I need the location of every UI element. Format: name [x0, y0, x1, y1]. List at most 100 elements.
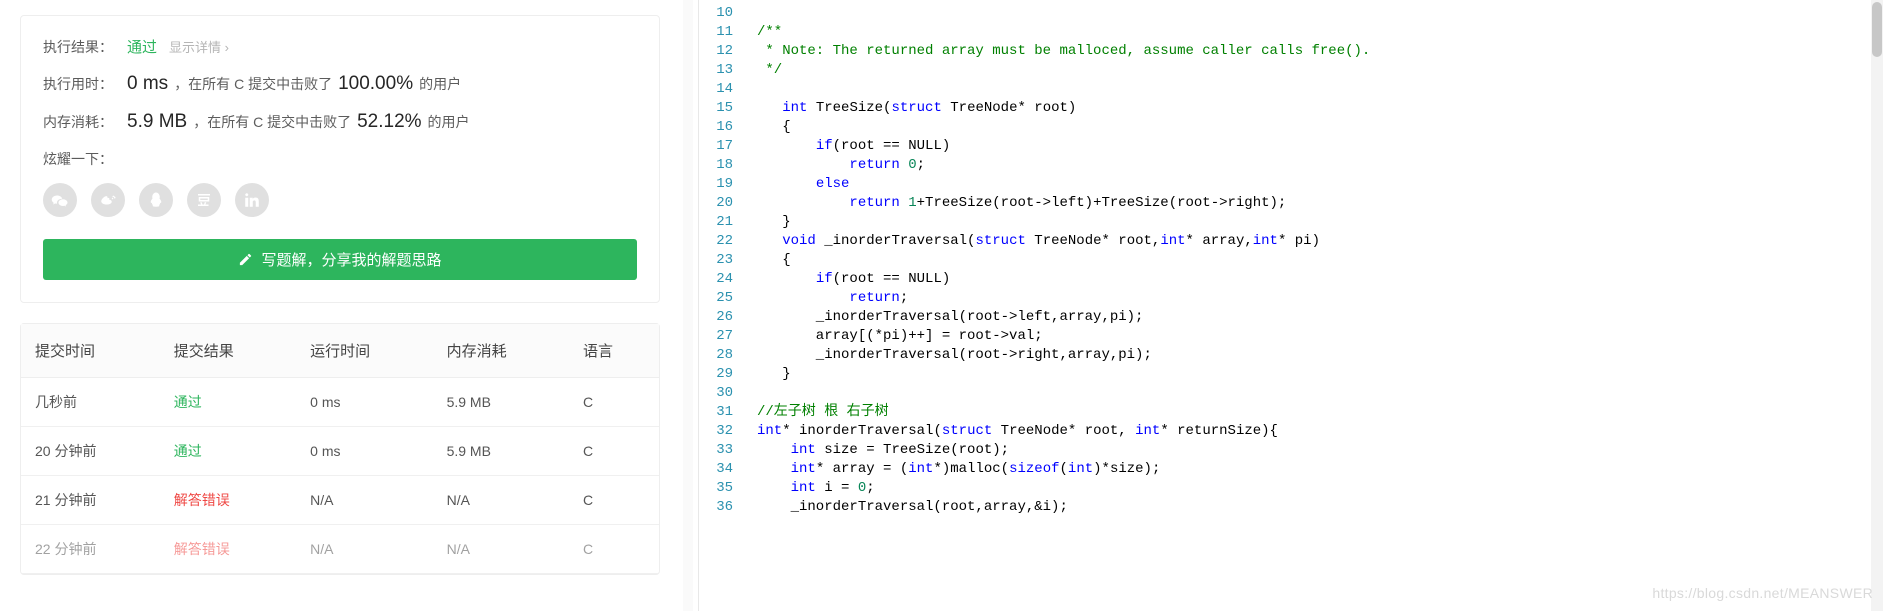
- code-line[interactable]: 17 if(root == NULL): [699, 137, 1885, 156]
- code-line[interactable]: 29 }: [699, 365, 1885, 384]
- line-number: 10: [699, 4, 747, 23]
- code-line[interactable]: 26 _inorderTraversal(root->left,array,pi…: [699, 308, 1885, 327]
- table-row[interactable]: 22 分钟前解答错误N/AN/AC: [21, 525, 659, 574]
- code-line[interactable]: 12 * Note: The returned array must be ma…: [699, 42, 1885, 61]
- code-text[interactable]: return;: [747, 289, 908, 308]
- code-line[interactable]: 19 else: [699, 175, 1885, 194]
- table-row[interactable]: 21 分钟前解答错误N/AN/AC: [21, 476, 659, 525]
- code-text[interactable]: [747, 80, 757, 99]
- code-text[interactable]: array[(*pi)++] = root->val;: [747, 327, 1043, 346]
- line-number: 24: [699, 270, 747, 289]
- code-line[interactable]: 22 void _inorderTraversal(struct TreeNod…: [699, 232, 1885, 251]
- table-row[interactable]: 20 分钟前通过0 ms5.9 MBC: [21, 427, 659, 476]
- cell-result[interactable]: 通过: [160, 427, 296, 476]
- cell-time: 22 分钟前: [21, 525, 160, 574]
- wechat-icon[interactable]: [43, 183, 77, 217]
- line-number: 12: [699, 42, 747, 61]
- code-text[interactable]: int i = 0;: [747, 479, 875, 498]
- line-number: 32: [699, 422, 747, 441]
- code-text[interactable]: int size = TreeSize(root);: [747, 441, 1009, 460]
- line-number: 23: [699, 251, 747, 270]
- exec-time-label: 执行用时：: [43, 74, 113, 94]
- code-line[interactable]: 34 int* array = (int*)malloc(sizeof(int)…: [699, 460, 1885, 479]
- code-text[interactable]: if(root == NULL): [747, 137, 950, 156]
- code-text[interactable]: }: [747, 365, 791, 384]
- code-line[interactable]: 16 {: [699, 118, 1885, 137]
- douban-icon[interactable]: [187, 183, 221, 217]
- code-text[interactable]: else: [747, 175, 849, 194]
- code-text[interactable]: [747, 4, 757, 23]
- cell-lang: C: [569, 427, 659, 476]
- code-text[interactable]: //左子树 根 右子树: [747, 403, 889, 422]
- code-line[interactable]: 15 int TreeSize(struct TreeNode* root): [699, 99, 1885, 118]
- write-solution-button[interactable]: 写题解，分享我的解题思路: [43, 239, 637, 280]
- code-text[interactable]: [747, 384, 757, 403]
- code-line[interactable]: 21 }: [699, 213, 1885, 232]
- cell-runtime: 0 ms: [296, 378, 432, 427]
- code-text[interactable]: /**: [747, 23, 782, 42]
- code-line[interactable]: 18 return 0;: [699, 156, 1885, 175]
- show-detail-link[interactable]: 显示详情: [169, 37, 229, 56]
- cell-runtime: 0 ms: [296, 427, 432, 476]
- code-text[interactable]: return 0;: [747, 156, 925, 175]
- weibo-icon[interactable]: [91, 183, 125, 217]
- code-line[interactable]: 30: [699, 384, 1885, 403]
- code-text[interactable]: _inorderTraversal(root->left,array,pi);: [747, 308, 1143, 327]
- line-number: 22: [699, 232, 747, 251]
- code-text[interactable]: int TreeSize(struct TreeNode* root): [747, 99, 1076, 118]
- code-line[interactable]: 23 {: [699, 251, 1885, 270]
- code-line[interactable]: 35 int i = 0;: [699, 479, 1885, 498]
- mem-row: 内存消耗： 5.9 MB ，在所有 C 提交中击败了 52.12% 的用户: [43, 111, 637, 133]
- line-number: 13: [699, 61, 747, 80]
- code-text[interactable]: {: [747, 118, 791, 137]
- code-line[interactable]: 33 int size = TreeSize(root);: [699, 441, 1885, 460]
- code-text[interactable]: int* array = (int*)malloc(sizeof(int)*si…: [747, 460, 1160, 479]
- editor-scrollbar[interactable]: [1871, 0, 1883, 611]
- code-line[interactable]: 24 if(root == NULL): [699, 270, 1885, 289]
- line-number: 21: [699, 213, 747, 232]
- line-number: 34: [699, 460, 747, 479]
- mem-pct: 52.12%: [357, 111, 421, 133]
- line-number: 11: [699, 23, 747, 42]
- qq-icon[interactable]: [139, 183, 173, 217]
- result-card: 执行结果： 通过 显示详情 执行用时： 0 ms ，在所有 C 提交中击败了 1…: [20, 15, 660, 303]
- exec-time-suffix: 的用户: [419, 74, 461, 94]
- code-line[interactable]: 28 _inorderTraversal(root->right,array,p…: [699, 346, 1885, 365]
- code-line[interactable]: 10: [699, 4, 1885, 23]
- code-text[interactable]: }: [747, 213, 791, 232]
- cell-result[interactable]: 解答错误: [160, 525, 296, 574]
- code-text[interactable]: _inorderTraversal(root,array,&i);: [747, 498, 1068, 517]
- left-scrollbar[interactable]: [680, 0, 698, 611]
- code-line[interactable]: 32int* inorderTraversal(struct TreeNode*…: [699, 422, 1885, 441]
- code-line[interactable]: 13 */: [699, 61, 1885, 80]
- code-text[interactable]: if(root == NULL): [747, 270, 950, 289]
- cell-memory: 5.9 MB: [433, 378, 569, 427]
- line-number: 27: [699, 327, 747, 346]
- code-text[interactable]: {: [747, 251, 791, 270]
- code-line[interactable]: 27 array[(*pi)++] = root->val;: [699, 327, 1885, 346]
- code-text[interactable]: * Note: The returned array must be mallo…: [747, 42, 1370, 61]
- line-number: 35: [699, 479, 747, 498]
- col-memory: 内存消耗: [433, 324, 569, 378]
- exec-time-prefix: ，在所有 C 提交中击败了: [174, 74, 332, 94]
- code-line[interactable]: 36 _inorderTraversal(root,array,&i);: [699, 498, 1885, 517]
- line-number: 14: [699, 80, 747, 99]
- table-row[interactable]: 几秒前通过0 ms5.9 MBC: [21, 378, 659, 427]
- code-text[interactable]: return 1+TreeSize(root->left)+TreeSize(r…: [747, 194, 1286, 213]
- code-line[interactable]: 31//左子树 根 右子树: [699, 403, 1885, 422]
- code-text[interactable]: void _inorderTraversal(struct TreeNode* …: [747, 232, 1320, 251]
- code-line[interactable]: 20 return 1+TreeSize(root->left)+TreeSiz…: [699, 194, 1885, 213]
- code-line[interactable]: 25 return;: [699, 289, 1885, 308]
- cell-result[interactable]: 通过: [160, 378, 296, 427]
- linkedin-icon[interactable]: [235, 183, 269, 217]
- exec-time-value: 0 ms: [127, 73, 168, 95]
- line-number: 15: [699, 99, 747, 118]
- code-text[interactable]: _inorderTraversal(root->right,array,pi);: [747, 346, 1152, 365]
- code-line[interactable]: 14: [699, 80, 1885, 99]
- code-line[interactable]: 11/**: [699, 23, 1885, 42]
- code-text[interactable]: int* inorderTraversal(struct TreeNode* r…: [747, 422, 1278, 441]
- cell-result[interactable]: 解答错误: [160, 476, 296, 525]
- cell-time: 20 分钟前: [21, 427, 160, 476]
- code-editor[interactable]: 1011/**12 * Note: The returned array mus…: [698, 0, 1885, 611]
- code-text[interactable]: */: [747, 61, 782, 80]
